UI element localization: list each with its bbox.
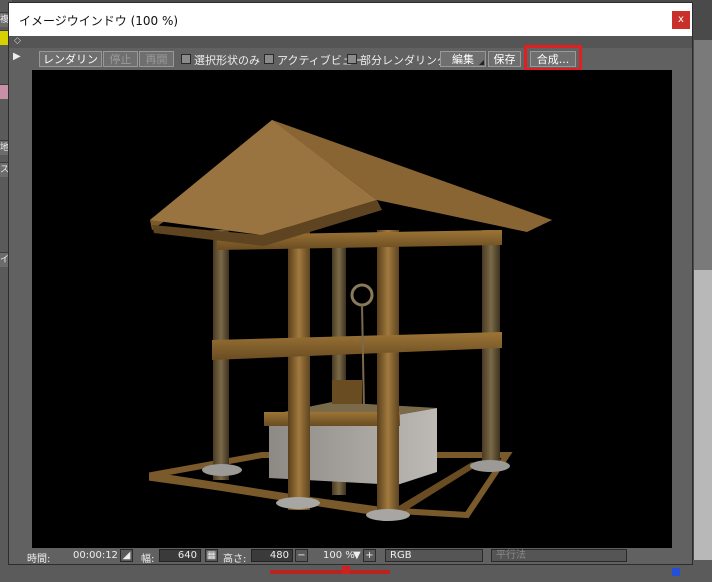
close-button[interactable]: x (672, 11, 690, 29)
zoom-plus-button[interactable]: + (363, 549, 376, 562)
zoom-minus-button[interactable]: − (295, 549, 308, 562)
composite-button-highlight (524, 45, 582, 71)
status-bar: 時間: 00:00:12 ◢ 幅: 640 ▦ 高さ: 480 − 100 % … (9, 548, 692, 565)
background-3d-view (694, 270, 712, 582)
projection-mode-select[interactable]: 平行法 (491, 549, 627, 562)
pulley (350, 283, 374, 307)
height-label: 高さ: (223, 554, 247, 565)
selected-shape-only-checkbox[interactable] (181, 54, 191, 64)
image-toolbar: ▶ レンダリング 停止 再開 選択形状のみ アクティブビュー 部分レンダリング … (9, 45, 692, 82)
back-right-post (482, 230, 500, 470)
edit-menu-button[interactable]: 編集 (440, 51, 486, 67)
time-dropdown-icon[interactable]: ◢ (120, 549, 133, 562)
rendered-well-image (149, 120, 552, 521)
title-bar[interactable]: イメージウインドウ (100 %) x (9, 3, 692, 36)
play-icon[interactable]: ▶ (13, 51, 21, 62)
grid-icon[interactable]: ▦ (205, 549, 218, 562)
background-right-panel (694, 40, 712, 582)
rope (361, 304, 365, 411)
window-title: イメージウインドウ (100 %) (19, 14, 179, 28)
stop-button[interactable]: 停止 (103, 51, 138, 67)
front-left-post (288, 210, 310, 510)
zoom-value: 100 % (323, 550, 355, 561)
zoom-dropdown-icon[interactable]: ▼ (353, 550, 361, 561)
partial-render-label: 部分レンダリング (360, 54, 448, 67)
edit-menu-label: 編集 (452, 53, 474, 66)
background-red-axis (270, 570, 390, 574)
base-stone (276, 497, 320, 509)
background-blue-handle (672, 568, 680, 576)
render-button[interactable]: レンダリング (39, 51, 102, 82)
diamond-icon: ◇ (14, 36, 21, 46)
width-field[interactable]: 640 (159, 549, 201, 562)
base-stone (202, 464, 242, 476)
window-subbar: ◇ (9, 36, 692, 48)
width-label: 幅: (141, 554, 155, 565)
background-red-handle (342, 566, 350, 574)
color-mode-select[interactable]: RGB (385, 549, 483, 562)
bucket (332, 380, 362, 404)
restart-button[interactable]: 再開 (139, 51, 174, 67)
image-window: イメージウインドウ (100 %) x ◇ ▶ レンダリング 停止 再開 選択形… (8, 2, 693, 565)
height-field[interactable]: 480 (251, 549, 293, 562)
time-label: 時間: (27, 554, 51, 565)
time-value: 00:00:12 (73, 550, 118, 561)
middle-crossbeam (212, 332, 502, 360)
partial-render-checkbox[interactable] (347, 54, 357, 64)
dropdown-arrow-icon (479, 60, 484, 65)
selected-shape-only-label: 選択形状のみ (194, 54, 260, 67)
front-center-post (377, 230, 399, 520)
base-stone (470, 460, 510, 472)
active-view-checkbox[interactable] (264, 54, 274, 64)
save-button[interactable]: 保存 (488, 51, 521, 67)
render-viewport[interactable] (32, 70, 672, 548)
base-stone (366, 509, 410, 521)
